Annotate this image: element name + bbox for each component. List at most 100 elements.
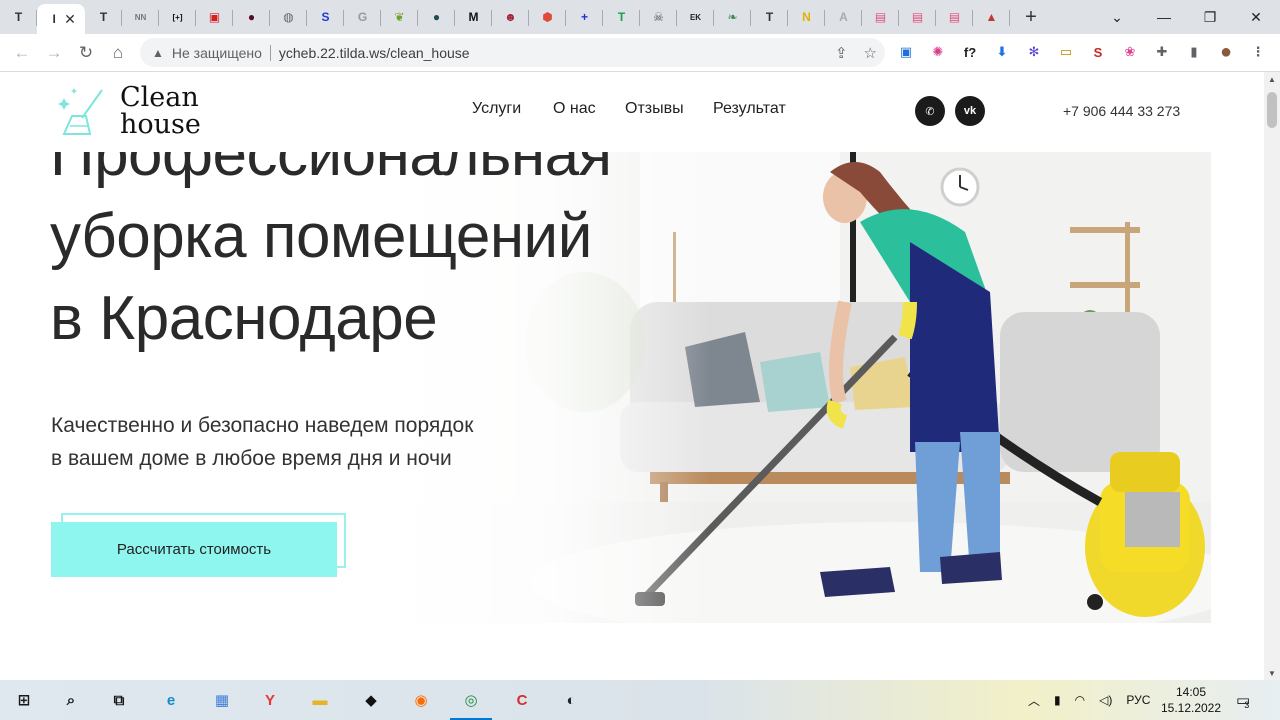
site-logo[interactable]: Clean house [120, 84, 201, 138]
dropdown-tabs-icon[interactable]: ⌄ [1094, 0, 1140, 34]
puzzle-icon[interactable]: ✚ [1152, 42, 1172, 62]
browser-tab[interactable]: EK [677, 0, 714, 34]
browser-tab[interactable]: G [344, 0, 381, 34]
microphone-icon[interactable]: ▮ [1054, 693, 1061, 707]
share-icon[interactable]: ⇪ [835, 44, 848, 62]
dark-circle-icon: ● [247, 10, 256, 24]
reload-icon[interactable]: ↻ [70, 37, 102, 69]
face-icon: ☻ [504, 10, 517, 24]
file-explorer-icon[interactable]: ▬ [304, 684, 336, 716]
minimize-button[interactable]: — [1141, 0, 1187, 34]
search-icon[interactable]: ⌕ [55, 684, 87, 716]
tray-expand-icon[interactable]: ︿ [1028, 692, 1040, 709]
browser-tab[interactable]: T [85, 0, 122, 34]
restore-button[interactable]: ❐ [1187, 0, 1233, 34]
task-view-icon[interactable]: ⧉ [103, 684, 135, 716]
browser-tab[interactable]: N [788, 0, 825, 34]
teal-circle-icon: ● [432, 10, 441, 24]
function-icon[interactable]: f? [960, 42, 980, 62]
obs-icon[interactable]: ◐ [555, 684, 587, 716]
wifi-icon[interactable]: ◠ [1075, 693, 1085, 707]
browser-tab[interactable]: ❦ [381, 0, 418, 34]
browser-tab[interactable]: NN [122, 0, 159, 34]
browser-tab[interactable]: ☻ [492, 0, 529, 34]
folder-n-icon[interactable]: ▭ [1056, 42, 1076, 62]
tab-close-icon[interactable]: ✕ [64, 11, 76, 28]
sidepanel-icon[interactable]: ▮ [1184, 42, 1204, 62]
blue-plus-icon: + [580, 10, 588, 24]
calculator-icon[interactable]: ▦ [206, 684, 238, 716]
scroll-down-icon[interactable]: ▼ [1264, 666, 1280, 680]
clock-date: 15.12.2022 [1160, 701, 1222, 715]
browser-tab[interactable]: A [825, 0, 862, 34]
url-text[interactable]: ycheb.22.tilda.ws/clean_house [279, 45, 470, 61]
language-indicator[interactable]: РУС [1126, 693, 1150, 707]
browser-tab[interactable]: ⬢ [529, 0, 566, 34]
address-bar[interactable]: ▲ Не защищено ycheb.22.tilda.ws/clean_ho… [140, 38, 885, 67]
browser-tab[interactable]: M [455, 0, 492, 34]
volume-icon[interactable]: ◁) [1099, 693, 1112, 707]
browser-tab[interactable]: T [603, 0, 640, 34]
profile-avatar-icon[interactable]: ● [1216, 41, 1236, 63]
t-green-icon: T [617, 10, 626, 24]
hero-subtitle-line-1: Качественно и безопасно наведем порядок [51, 414, 474, 437]
browser-tab[interactable]: ● [233, 0, 270, 34]
browser-tab[interactable]: + [566, 0, 603, 34]
download-icon[interactable]: ⬇ [992, 42, 1012, 62]
bookmark-star-icon[interactable]: ☆ [864, 44, 877, 62]
nav-reviews[interactable]: Отзывы [625, 100, 684, 118]
phone-number[interactable]: +7 906 444 33 273 [1063, 103, 1180, 119]
s-red-icon[interactable]: S [1088, 42, 1108, 62]
whatsapp-icon[interactable]: ✆ [915, 96, 945, 126]
page-scrollbar[interactable]: ▲ ▼ [1264, 72, 1280, 680]
browser-tab[interactable]: ▤ [862, 0, 899, 34]
nav-services[interactable]: Услуги [472, 100, 521, 118]
browser-tab[interactable]: ▲ [973, 0, 1010, 34]
menu-dots-icon[interactable]: ⋮ [1248, 42, 1268, 62]
notification-center[interactable]: ▭ 3 [1236, 680, 1250, 720]
flower-icon[interactable]: ❀ [1120, 42, 1140, 62]
forward-icon[interactable]: → [38, 37, 70, 69]
g-icon: G [357, 10, 368, 24]
a-circle-icon: A [839, 10, 848, 24]
edge-icon[interactable]: e [155, 684, 187, 716]
vk-icon[interactable]: vk [955, 96, 985, 126]
browser-tab[interactable]: ☠ [640, 0, 677, 34]
calculate-cost-button[interactable]: Рассчитать стоимость [51, 522, 337, 577]
browser-tab[interactable]: ▤ [936, 0, 973, 34]
browser-tab[interactable]: ▤ [899, 0, 936, 34]
scrollbar-thumb[interactable] [1267, 92, 1277, 128]
yandex-icon[interactable]: Y [254, 684, 286, 716]
color-wheel-icon[interactable]: ✺ [928, 42, 948, 62]
browser-tab[interactable]: [+] [159, 0, 196, 34]
warning-icon[interactable]: ▲ [152, 46, 164, 60]
globe-icon: ◍ [283, 10, 294, 24]
home-icon[interactable]: ⌂ [102, 37, 134, 69]
back-icon[interactable]: ← [6, 37, 38, 69]
browser-tab[interactable]: T [751, 0, 788, 34]
clock-time: 14:05 [1175, 685, 1207, 699]
ccleaner-icon[interactable]: C [506, 684, 538, 716]
snowflake-icon[interactable]: ✻ [1024, 42, 1044, 62]
browser-tab[interactable]: I ✕ [37, 4, 85, 34]
security-label[interactable]: Не защищено [172, 45, 262, 61]
browser-tab[interactable]: T [0, 0, 37, 34]
clock[interactable]: 14:05 15.12.2022 [1158, 684, 1224, 716]
nav-results[interactable]: Результат [713, 100, 786, 118]
windows-start-icon[interactable]: ⊞ [8, 684, 40, 716]
browser-tab[interactable]: ▣ [196, 0, 233, 34]
nav-about[interactable]: О нас [553, 100, 596, 118]
close-window-button[interactable]: ✕ [1233, 0, 1279, 34]
chrome-icon[interactable]: ◎ [455, 684, 487, 716]
browser-tab[interactable]: ◍ [270, 0, 307, 34]
browser-tab[interactable]: S [307, 0, 344, 34]
scroll-up-icon[interactable]: ▲ [1264, 72, 1280, 86]
browser-tab[interactable]: ❧ [714, 0, 751, 34]
figma-icon[interactable]: ◆ [355, 684, 387, 716]
browser-tab[interactable]: ● [418, 0, 455, 34]
blue-square-icon[interactable]: ▣ [896, 42, 916, 62]
windows-taskbar: ︿ ▮ ◠ ◁) РУС 14:05 15.12.2022 ▭ 3 ⊞ ⌕ ⧉ e ▦ Y… [0, 680, 1280, 720]
tab-strip: T I ✕ T NN [+] ▣ ● ◍ S G ❦ ● M ☻ ⬢ + T ☠ EK ❧ T N A ▤ ▤ ▤ ▲ + [0, 0, 1280, 34]
firefox-icon[interactable]: ◉ [405, 684, 437, 716]
new-tab-button[interactable]: + [1016, 2, 1046, 32]
